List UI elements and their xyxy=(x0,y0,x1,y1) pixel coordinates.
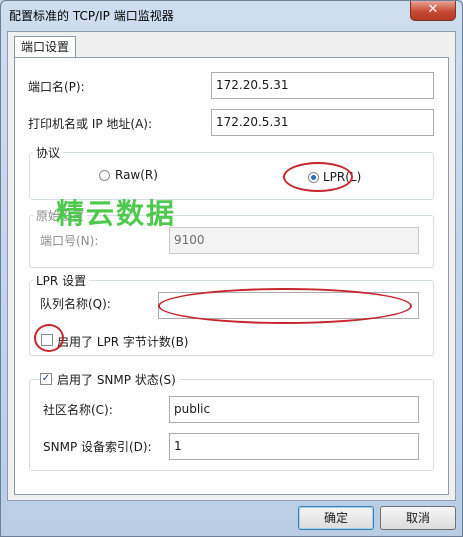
snmp-enabled-checkbox[interactable]: ✓ xyxy=(40,373,52,385)
snmp-enabled-label[interactable]: 启用了 SNMP 状态(S) xyxy=(54,371,179,388)
tab-port-settings[interactable]: 端口设置 xyxy=(14,36,76,58)
snmp-device-index-label: SNMP 设备索引(D): xyxy=(43,440,152,454)
port-name-input[interactable]: 172.20.5.31 xyxy=(211,72,434,99)
title-bar[interactable]: 配置标准的 TCP/IP 端口监视器 ✕ xyxy=(1,1,462,29)
port-name-label: 端口名(P): xyxy=(28,80,85,94)
community-name-input[interactable]: public xyxy=(169,396,419,423)
cancel-button[interactable]: 取消 xyxy=(380,506,456,530)
annotation-circle-checkbox xyxy=(34,324,64,352)
raw-radio[interactable] xyxy=(99,170,110,181)
window-title: 配置标准的 TCP/IP 端口监视器 xyxy=(9,9,174,23)
snmp-device-index-input[interactable]: 1 xyxy=(169,433,419,460)
ok-button[interactable]: 确定 xyxy=(298,506,374,530)
close-icon: ✕ xyxy=(427,2,439,17)
lpr-settings-group-title: LPR 设置 xyxy=(33,272,90,289)
close-button[interactable]: ✕ xyxy=(410,1,456,21)
raw-radio-label[interactable]: Raw(R) xyxy=(115,168,158,182)
lpr-byte-count-label[interactable]: 启用了 LPR 字节计数(B) xyxy=(57,333,189,350)
annotation-circle-queue xyxy=(158,288,412,324)
port-number-label: 端口号(N): xyxy=(40,234,99,248)
queue-name-label: 队列名称(Q): xyxy=(40,297,111,311)
protocol-group-title: 协议 xyxy=(33,144,64,161)
community-name-label: 社区名称(C): xyxy=(43,403,113,417)
watermark-text: 精云数据 xyxy=(56,197,177,230)
printer-address-input[interactable]: 172.20.5.31 xyxy=(211,109,434,136)
annotation-circle-lpr xyxy=(283,162,353,192)
printer-address-label: 打印机名或 IP 地址(A): xyxy=(28,117,153,131)
port-number-input[interactable]: 9100 xyxy=(169,227,419,254)
dialog-window: 配置标准的 TCP/IP 端口监视器 ✕ 端口设置 端口名(P): 172.20… xyxy=(0,0,463,537)
